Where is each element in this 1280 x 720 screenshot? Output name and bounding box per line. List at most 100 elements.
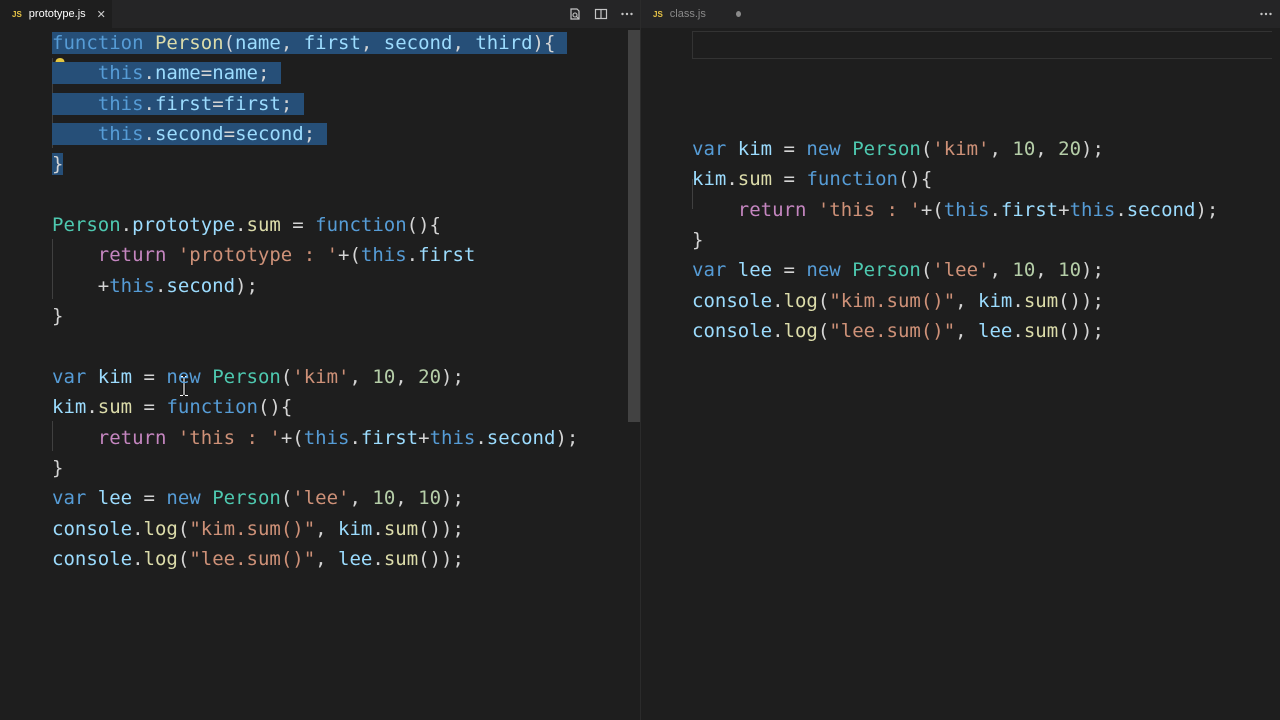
code-token: =	[223, 123, 236, 146]
code-token: );	[555, 426, 579, 449]
code-token: .	[1012, 289, 1024, 312]
code-token: ){	[532, 32, 556, 54]
code-token: 'lee'	[292, 487, 350, 510]
code-token: );	[441, 365, 464, 388]
tab-prototype-js[interactable]: JS prototype.js ✕	[0, 0, 112, 28]
code-line[interactable]: +this.second);	[52, 271, 258, 301]
more-actions-icon[interactable]	[1258, 6, 1274, 22]
code-token: ,	[955, 289, 979, 312]
code-token: sum	[383, 547, 419, 570]
code-token: 20	[1058, 138, 1082, 161]
code-line[interactable]: this.first=first;	[52, 89, 305, 119]
code-line[interactable]: console.log("kim.sum()", kim.sum());	[692, 286, 1104, 316]
code-line[interactable]: return 'this : '+(this.first+this.second…	[52, 423, 579, 453]
code-line[interactable]: }	[692, 225, 703, 255]
code-token: 10	[1058, 259, 1082, 282]
code-line[interactable]: }	[52, 453, 63, 483]
unsaved-dot-icon[interactable]	[735, 11, 741, 17]
code-token: =	[772, 259, 807, 282]
scrollbar-thumb[interactable]	[628, 30, 640, 422]
code-token: ,	[395, 487, 419, 510]
code-token: 10	[1012, 138, 1036, 161]
code-token: name	[235, 32, 281, 54]
code-token: log	[783, 320, 818, 343]
left-tab-bar: JS prototype.js ✕	[0, 0, 640, 28]
code-token: ,	[452, 32, 476, 54]
code-token: ());	[418, 547, 464, 570]
code-token: =	[132, 396, 167, 419]
code-text: return 'prototype : '+(this.first	[52, 244, 476, 267]
tab-title: prototype.js	[28, 8, 86, 20]
code-line[interactable]: }	[52, 301, 63, 331]
js-file-icon: JS	[12, 9, 22, 19]
code-line[interactable]: function Person(name, first, second, thi…	[52, 28, 568, 58]
code-text: console.log("lee.sum()", lee.sum());	[692, 320, 1104, 342]
code-token: +(	[920, 198, 944, 221]
code-token: .	[154, 274, 167, 297]
code-line[interactable]: kim.sum = function(){	[692, 164, 932, 194]
code-token: second	[166, 274, 236, 297]
code-token: kim	[338, 517, 373, 540]
code-token: this	[97, 62, 144, 85]
code-token: );	[1081, 138, 1104, 161]
code-token: (	[280, 365, 293, 388]
code-line[interactable]: kim.sum = function(){	[52, 392, 292, 422]
code-token: =	[212, 92, 224, 115]
code-line[interactable]: }	[52, 149, 64, 179]
code-token: second	[235, 123, 304, 146]
open-changes-icon[interactable]	[567, 6, 583, 22]
code-text: }	[52, 457, 63, 479]
code-line[interactable]: Person.prototype.sum = function(){	[52, 210, 441, 240]
code-editor-right[interactable]: var kim = new Person('kim', 10, 20); kim.…	[641, 28, 1280, 720]
code-token: "lee.sum()"	[829, 320, 956, 343]
tab-class-js[interactable]: JS class.js	[641, 0, 741, 28]
code-token: kim	[692, 168, 727, 191]
code-token: ,	[955, 320, 979, 343]
code-token: sum	[1023, 289, 1059, 312]
code-line[interactable]: console.log("lee.sum()", lee.sum());	[692, 316, 1104, 346]
close-icon[interactable]: ✕	[97, 8, 106, 21]
code-token: console	[52, 547, 133, 570]
code-token: third	[475, 32, 533, 54]
more-actions-icon[interactable]	[619, 6, 635, 22]
code-text: kim.sum = function(){	[52, 396, 292, 418]
code-line[interactable]: var lee = new Person('lee', 10, 10);	[692, 255, 1104, 285]
code-token: lee	[978, 320, 1013, 343]
code-token: return	[737, 198, 807, 221]
code-line[interactable]: this.second=second;	[52, 119, 328, 149]
code-token: +	[418, 426, 430, 449]
code-line[interactable]: var lee = new Person('lee', 10, 10);	[52, 483, 464, 513]
code-text: var lee = new Person('lee', 10, 10);	[52, 487, 464, 509]
code-line[interactable]: return 'prototype : '+(this.first	[52, 240, 476, 270]
split-editor-icon[interactable]	[593, 6, 609, 22]
code-token: first	[223, 92, 281, 115]
code-token: new	[166, 365, 213, 388]
js-file-icon: JS	[653, 9, 663, 19]
code-editor-left[interactable]: function Person(name, first, second, thi…	[0, 28, 640, 720]
code-token: new	[806, 259, 853, 282]
code-token: first	[154, 92, 213, 115]
code-token: kim	[52, 396, 87, 419]
code-token: );	[235, 274, 258, 297]
code-token: this	[97, 92, 144, 115]
code-line[interactable]: console.log("kim.sum()", kim.sum());	[52, 514, 464, 544]
code-line[interactable]: this.name=name;	[52, 58, 282, 88]
code-token: .	[726, 168, 738, 191]
code-token: console	[692, 289, 773, 312]
code-token: function	[52, 32, 155, 54]
code-text: var kim = new Person('kim', 10, 20);	[692, 138, 1104, 160]
code-line[interactable]: return 'this : '+(this.first+this.second…	[692, 195, 1219, 225]
code-token: second	[1126, 198, 1196, 221]
text-selection: this.name=name;	[52, 62, 282, 85]
code-line[interactable]: var kim = new Person('kim', 10, 20);	[692, 134, 1104, 164]
code-token: ;	[257, 62, 270, 85]
code-line[interactable]: var kim = new Person('kim', 10, 20);	[52, 362, 464, 392]
code-token: .	[406, 244, 419, 267]
code-token: (	[920, 138, 933, 161]
code-text: console.log("kim.sum()", kim.sum());	[692, 290, 1104, 312]
code-token: var	[52, 365, 98, 388]
code-line[interactable]: console.log("lee.sum()", lee.sum());	[52, 544, 464, 574]
